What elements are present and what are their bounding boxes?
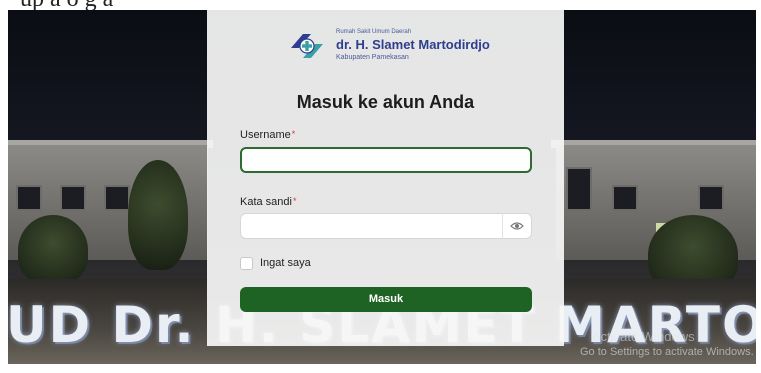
- building-window: [566, 167, 592, 211]
- required-asterisk: *: [292, 196, 297, 206]
- activate-windows-title: Activate Windows: [592, 329, 695, 344]
- hospital-cross-logo-icon: [291, 34, 323, 58]
- building-window: [104, 185, 130, 211]
- username-label-text: Username: [240, 129, 291, 141]
- password-input[interactable]: [240, 213, 503, 239]
- brand-sub-text: Kabupaten Pamekasan: [336, 54, 409, 61]
- login-card: Rumah Sakit Umum Daerah dr. H. Slamet Ma…: [207, 10, 564, 346]
- required-asterisk: *: [291, 129, 296, 139]
- username-input[interactable]: [240, 147, 532, 173]
- brand-small-text: Rumah Sakit Umum Daerah: [336, 29, 412, 35]
- building-window: [698, 185, 724, 211]
- login-heading: Masuk ke akun Anda: [296, 92, 475, 112]
- username-label: Username*: [240, 129, 295, 141]
- remember-me-checkbox[interactable]: [240, 257, 253, 270]
- password-label-text: Kata sandi: [240, 196, 292, 208]
- building-window: [60, 185, 86, 211]
- password-visibility-toggle[interactable]: [502, 213, 532, 239]
- remember-me-label[interactable]: Ingat saya: [260, 257, 311, 269]
- tree: [128, 160, 188, 270]
- password-label: Kata sandi*: [240, 196, 297, 208]
- building-window: [612, 185, 638, 211]
- eye-icon: [510, 222, 524, 230]
- building-window: [16, 185, 42, 211]
- tree: [18, 215, 88, 285]
- brand-logo: Rumah Sakit Umum Daerah dr. H. Slamet Ma…: [287, 26, 490, 66]
- brand-name: dr. H. Slamet Martodirdjo: [336, 37, 490, 52]
- login-submit-button[interactable]: Masuk: [240, 287, 532, 312]
- activate-windows-subtitle: Go to Settings to activate Windows.: [580, 346, 754, 358]
